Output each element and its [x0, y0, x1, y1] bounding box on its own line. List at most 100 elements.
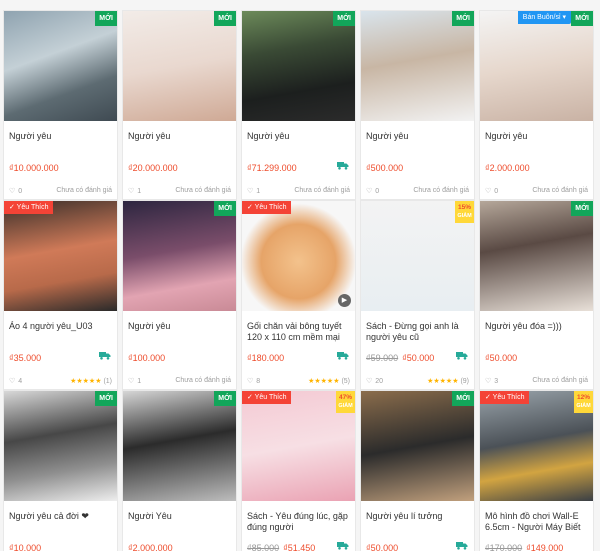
product-footer: ♡ 0 Chưa có đánh giá	[485, 187, 588, 195]
product-card[interactable]: MỚI Người yêu cả đời ❤ ₫10.000	[3, 390, 118, 551]
product-name[interactable]: Áo 4 người yêu_U03	[9, 321, 112, 332]
product-footer: ♡ 8 ★★★★★ (5)	[247, 377, 350, 385]
product-footer: ♡ 1 Chưa có đánh giá	[128, 187, 231, 195]
product-price: ₫35.000	[9, 353, 41, 363]
current-price: ₫20.000.000	[128, 163, 178, 173]
product-card[interactable]: MỚI Người yêu ₫71.299.000 ♡ 1 Chưa có đánh gi…	[241, 10, 356, 200]
current-price: ₫10.000	[9, 543, 42, 551]
product-card[interactable]: MỚI Người yêu ₫500.000 ♡ 0 Chưa có đánh giá	[360, 10, 475, 200]
product-image[interactable]	[361, 11, 474, 121]
product-image[interactable]	[361, 391, 474, 501]
product-image[interactable]	[480, 11, 593, 121]
rating-count: (5)	[341, 378, 350, 385]
heart-icon[interactable]: ♡	[485, 187, 491, 195]
product-image[interactable]	[4, 391, 117, 501]
product-name[interactable]: Người yêu	[366, 131, 469, 142]
heart-icon[interactable]: ♡	[247, 377, 253, 385]
heart-icon[interactable]: ♡	[9, 377, 15, 385]
new-badge: MỚI	[214, 391, 236, 406]
like-count: 4	[18, 378, 23, 385]
video-icon[interactable]: ▶	[338, 294, 351, 307]
rating: ★★★★★ (1)	[70, 377, 112, 385]
product-name[interactable]: Người yêu	[9, 131, 112, 142]
product-name[interactable]: Người yêu	[247, 131, 350, 142]
new-badge: MỚI	[214, 11, 236, 26]
product-card[interactable]: ✓ Yêu Thích Áo 4 người yêu_U03 ₫35.000 ♡ 4 ★★…	[3, 200, 118, 390]
product-image[interactable]	[480, 201, 593, 311]
product-image[interactable]	[4, 201, 117, 311]
favorite-tag: ✓ Yêu Thích	[242, 391, 292, 404]
product-card[interactable]: ▶ ✓ Yêu Thích Gối chăn vải bông tuyết 120 …	[241, 200, 356, 390]
product-price: ₫71.299.000	[247, 163, 297, 173]
heart-icon[interactable]: ♡	[247, 187, 253, 195]
product-price: ₫2.000.000	[128, 543, 173, 551]
product-name[interactable]: Người yêu	[485, 131, 588, 142]
rating: Chưa có đánh giá	[413, 187, 469, 194]
product-name[interactable]: Người yêu đóa =)))	[485, 321, 588, 332]
product-price: ₫50.000	[485, 353, 517, 363]
discount-badge: 12% GIẢM	[574, 391, 593, 413]
product-card[interactable]: 15% GIẢM Sách - Đừng gọi anh là người yêu …	[360, 200, 475, 390]
heart-icon[interactable]: ♡	[366, 377, 372, 385]
product-name[interactable]: Người yêu cả đời ❤	[9, 511, 112, 522]
product-name[interactable]: Sách - Yêu đúng lúc, gặp đúng người	[247, 511, 350, 533]
current-price: ₫50.000	[402, 353, 435, 363]
product-image[interactable]	[123, 11, 236, 121]
product-price: ₫20.000.000	[128, 163, 178, 173]
product-card[interactable]: MỚI Người yêu ₫100.000 ♡ 1 Chưa có đánh giá	[122, 200, 237, 390]
product-name[interactable]: Người Yêu	[128, 511, 231, 522]
product-card[interactable]: MỚI Người Yêu ₫2.000.000	[122, 390, 237, 551]
product-card[interactable]: ✓ Yêu Thích 12% GIẢM Mô hình đồ chơi Wall-E…	[479, 390, 594, 551]
product-name[interactable]: Người yêu lí tưởng	[366, 511, 469, 522]
new-badge: MỚI	[214, 201, 236, 216]
heart-icon[interactable]: ♡	[366, 187, 372, 195]
product-card[interactable]: MỚI Người yêu ₫10.000.000 ♡ 0 Chưa có đánh gi…	[3, 10, 118, 200]
like-count: 20	[375, 378, 384, 385]
current-price: ₫35.000	[9, 353, 42, 363]
like-count: 1	[137, 378, 142, 385]
current-price: ₫2.000.000	[485, 163, 530, 173]
like-count: 8	[256, 378, 261, 385]
product-price: ₫10.000	[9, 543, 41, 551]
product-card[interactable]: ✓ Yêu Thích 47% GIẢM Sách - Yêu đúng lúc, g…	[241, 390, 356, 551]
product-price: ₫59.000 ₫50.000	[366, 353, 434, 363]
current-price: ₫149.000	[526, 543, 564, 551]
product-name[interactable]: Người yêu	[128, 131, 231, 142]
free-shipping-icon	[456, 352, 468, 360]
current-price: ₫51.450	[283, 543, 316, 551]
product-image[interactable]	[123, 391, 236, 501]
new-badge: MỚI	[452, 391, 474, 406]
rating: Chưa có đánh giá	[175, 377, 231, 384]
favorite-tag: ✓ Yêu Thích	[242, 201, 292, 214]
product-card[interactable]: MỚI Người yêu ₫20.000.000 ♡ 1 Chưa có đánh gi…	[122, 10, 237, 200]
new-badge: MỚI	[333, 11, 355, 26]
rating: ★★★★★ (5)	[308, 377, 350, 385]
new-badge: MỚI	[95, 391, 117, 406]
like-count: 3	[494, 378, 499, 385]
product-price: ₫180.000	[247, 353, 284, 363]
rating-stars: ★★★★★	[308, 378, 342, 385]
discount-badge: 15% GIẢM	[455, 201, 474, 223]
product-name[interactable]: Sách - Đừng gọi anh là người yêu cũ	[366, 321, 469, 343]
product-card[interactable]: MỚI Người yêu lí tưởng ₫50.000	[360, 390, 475, 551]
product-image[interactable]	[242, 11, 355, 121]
rating: Chưa có đánh giá	[56, 187, 112, 194]
heart-icon[interactable]: ♡	[128, 187, 134, 195]
like-count: 0	[494, 188, 499, 195]
heart-icon[interactable]: ♡	[9, 187, 15, 195]
product-name[interactable]: Gối chăn vải bông tuyết 120 x 110 cm mềm…	[247, 321, 350, 343]
product-card[interactable]: MỚI Bán Buôn/sỉ ▾ Người yêu ₫2.000.000 ♡ 0 Chư…	[479, 10, 594, 200]
heart-icon[interactable]: ♡	[128, 377, 134, 385]
product-price: ₫100.000	[128, 353, 165, 363]
product-image[interactable]	[123, 201, 236, 311]
heart-icon[interactable]: ♡	[485, 377, 491, 385]
product-image[interactable]: ▶	[242, 201, 355, 311]
product-name[interactable]: Mô hình đồ chơi Wall-E 6.5cm - Người Máy…	[485, 511, 588, 533]
rating-stars: ★★★★★	[70, 378, 104, 385]
favorite-tag: ✓ Yêu Thích	[480, 391, 530, 404]
like-count: 0	[375, 188, 380, 195]
product-image[interactable]	[4, 11, 117, 121]
product-price: ₫50.000	[366, 543, 398, 551]
product-name[interactable]: Người yêu	[128, 321, 231, 332]
product-card[interactable]: MỚI Người yêu đóa =))) ₫50.000 ♡ 3 Chưa có đá…	[479, 200, 594, 390]
